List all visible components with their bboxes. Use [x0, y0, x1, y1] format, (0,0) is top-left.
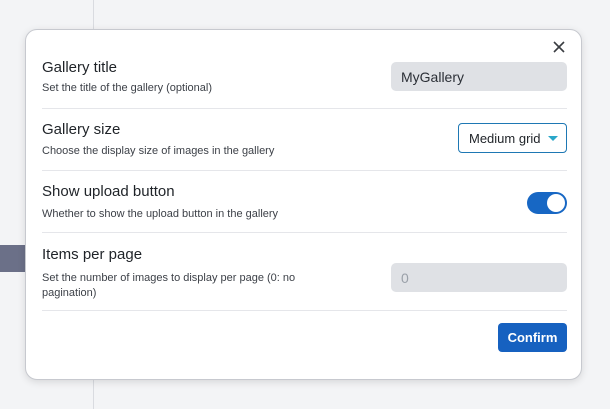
close-icon [553, 41, 565, 53]
gallery-title-label: Gallery title [42, 59, 118, 76]
items-per-page-input[interactable] [391, 263, 567, 292]
show-upload-description: Whether to show the upload button in the… [42, 208, 279, 220]
gallery-title-description: Set the title of the gallery (optional) [42, 82, 212, 94]
items-per-page-description: Set the number of images to display per … [42, 272, 296, 299]
setting-row-items-per-page: Items per page Set the number of images … [42, 234, 567, 311]
gallery-settings-dialog: Gallery title Set the title of the galle… [25, 29, 582, 380]
gallery-size-select[interactable]: Medium grid [458, 123, 567, 153]
close-button[interactable] [551, 39, 567, 55]
items-per-page-label: Items per page [42, 246, 143, 263]
setting-row-gallery-size: Gallery size Choose the display size of … [42, 110, 567, 171]
show-upload-label: Show upload button [42, 183, 175, 200]
gallery-title-input[interactable] [391, 62, 567, 91]
gallery-size-label: Gallery size [42, 121, 121, 138]
confirm-button[interactable]: Confirm [498, 323, 567, 352]
show-upload-toggle[interactable] [527, 192, 567, 214]
toggle-knob [547, 194, 565, 212]
chevron-down-icon [548, 136, 558, 141]
background-sidebar-marker [0, 245, 26, 272]
gallery-size-description: Choose the display size of images in the… [42, 145, 275, 157]
gallery-size-selected-value: Medium grid [469, 131, 541, 146]
setting-row-gallery-title: Gallery title Set the title of the galle… [42, 54, 567, 109]
setting-row-show-upload: Show upload button Whether to show the u… [42, 172, 567, 233]
